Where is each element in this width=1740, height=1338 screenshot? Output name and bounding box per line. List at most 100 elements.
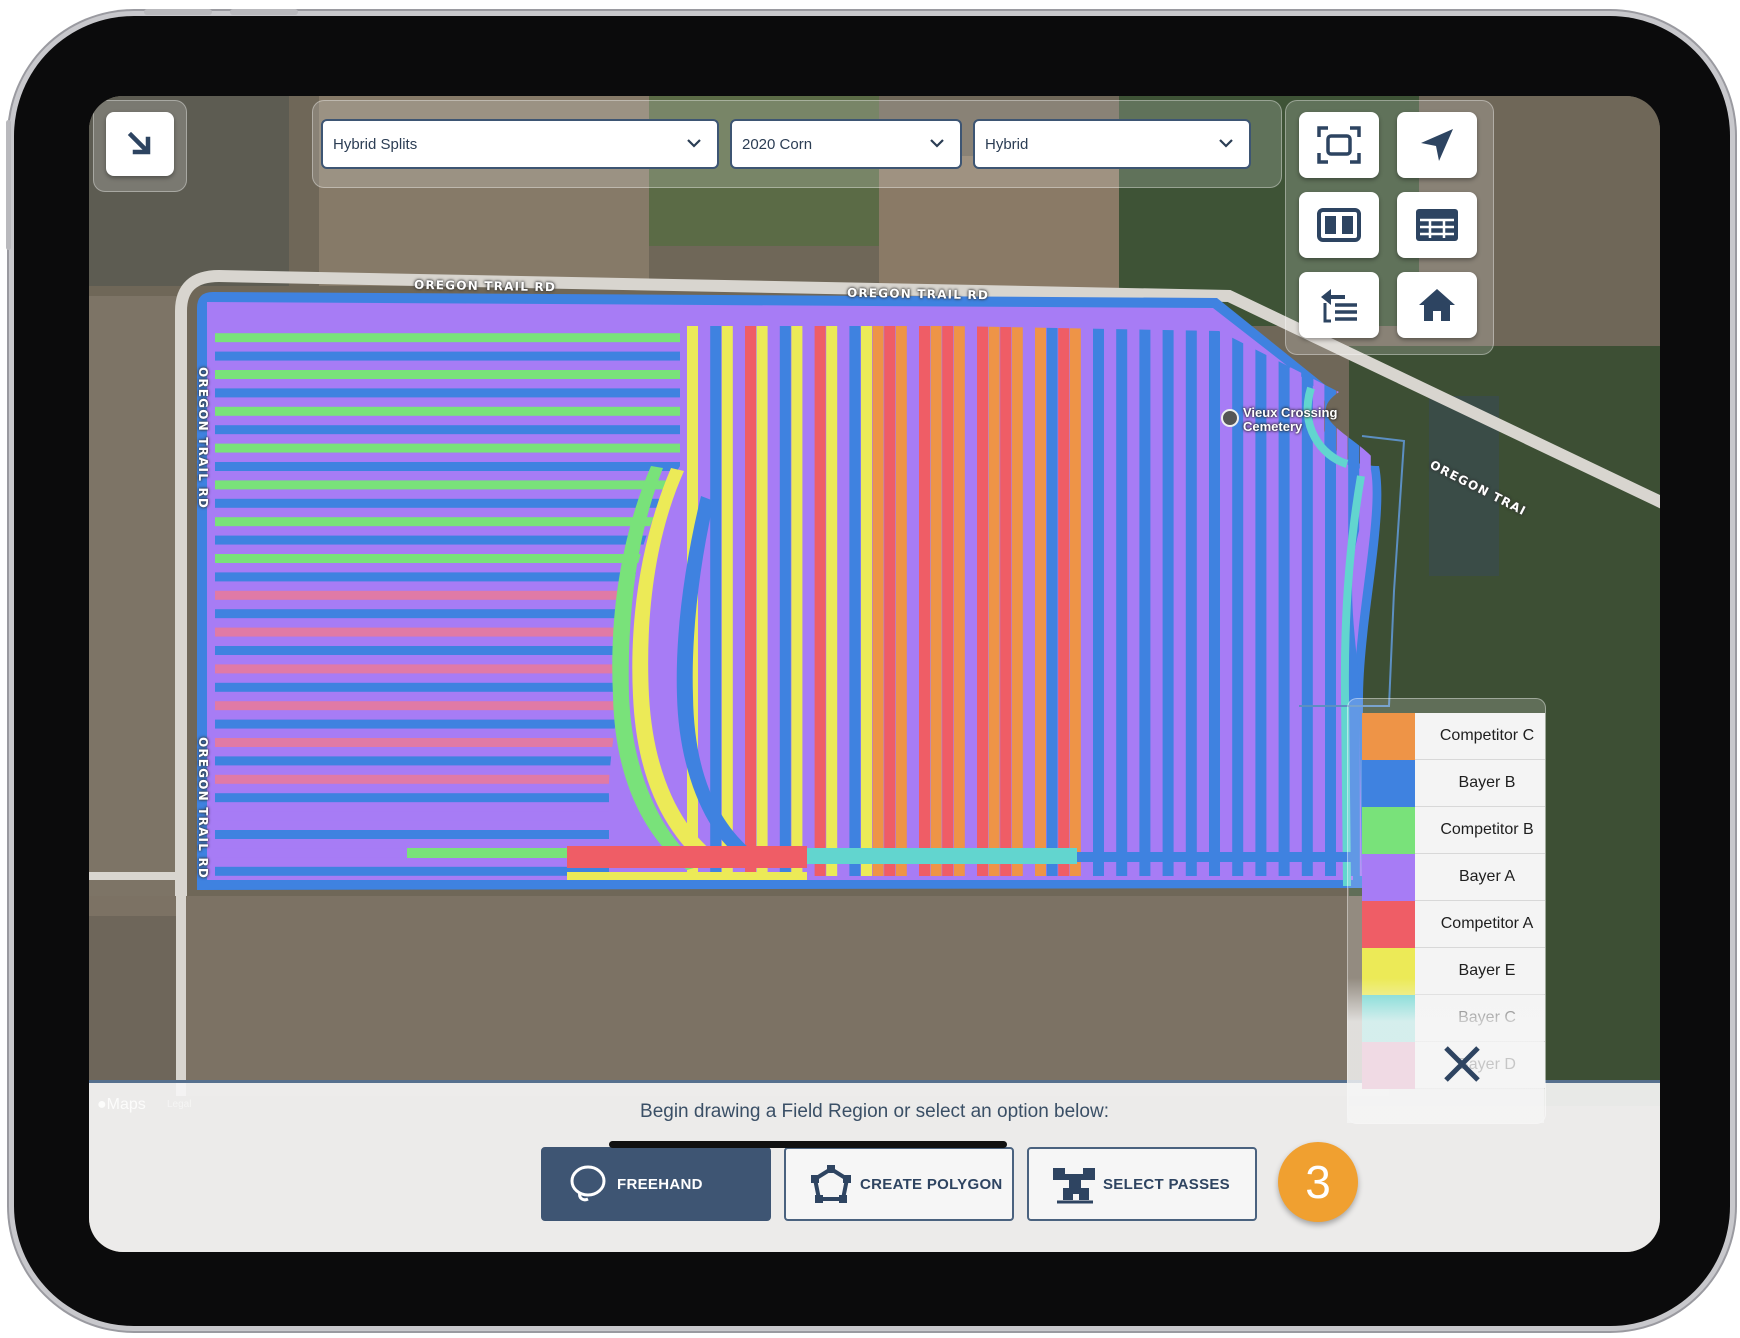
chevron-down-icon	[930, 139, 944, 148]
collapse-button[interactable]	[106, 112, 174, 176]
polygon-icon	[802, 1163, 860, 1205]
pass-strip	[215, 526, 680, 536]
pass-strip	[837, 326, 849, 876]
legend-label: Competitor B	[1415, 807, 1545, 854]
pass-strip	[919, 326, 930, 876]
top-button-2	[230, 9, 298, 15]
pass-strip	[215, 544, 680, 554]
side-button	[6, 120, 11, 250]
legend-item[interactable]: Competitor B	[1362, 807, 1545, 854]
pass-strip	[215, 425, 680, 435]
pass-strip	[1197, 326, 1209, 876]
create-polygon-button[interactable]: CREATE POLYGON	[784, 1147, 1014, 1221]
freehand-label: FREEHAND	[617, 1175, 703, 1193]
pass-strip	[215, 462, 680, 471]
pass-strip	[1151, 326, 1162, 876]
split-view-icon	[1317, 208, 1361, 242]
pass-strip	[826, 326, 838, 876]
split-view-button[interactable]	[1299, 192, 1379, 258]
legend-item[interactable]: Bayer A	[1362, 854, 1545, 901]
pass-strip	[721, 326, 733, 876]
arrow-down-right-icon	[127, 131, 151, 155]
legend-item[interactable]: Competitor C	[1362, 713, 1545, 760]
table-button[interactable]	[1397, 192, 1477, 258]
attribute-dropdown[interactable]: Hybrid	[973, 119, 1251, 169]
import-layer-icon	[1321, 289, 1357, 323]
pass-strip	[1093, 326, 1104, 876]
pass-strip	[215, 572, 680, 582]
pass-strip	[215, 333, 680, 343]
legend-item[interactable]: Competitor A	[1362, 901, 1545, 948]
pass-strip	[215, 443, 680, 453]
legend-swatch	[1362, 807, 1415, 854]
close-icon	[1444, 1046, 1480, 1082]
pass-strip	[215, 581, 680, 591]
pass-strip	[215, 535, 680, 545]
home-icon	[1419, 289, 1455, 321]
layer-type-dropdown[interactable]: Hybrid Splits	[321, 119, 719, 169]
road-label-left-lower: OREGON TRAIL RD	[196, 736, 211, 880]
legend-swatch	[1362, 760, 1415, 807]
tractor-icon	[1045, 1164, 1103, 1204]
maps-attribution: ●Maps	[97, 1096, 146, 1114]
pass-strip	[1209, 326, 1220, 876]
maps-attribution-text: Maps	[106, 1096, 146, 1113]
chevron-down-icon	[687, 139, 701, 148]
pass-strip	[768, 326, 780, 876]
pass-strip	[215, 480, 680, 490]
legend-item[interactable]: Bayer B	[1362, 760, 1545, 807]
pass-strip	[1162, 326, 1174, 876]
poi-name-line2: Cemetery	[1243, 419, 1303, 434]
home-button[interactable]	[1397, 272, 1477, 338]
legend-label: Competitor C	[1415, 713, 1545, 760]
maps-legal-link[interactable]: Legal	[167, 1099, 191, 1110]
pass-strip	[215, 416, 680, 425]
legend-swatch	[1362, 713, 1415, 760]
pass-strip	[1069, 326, 1081, 876]
pass-strip	[215, 452, 680, 462]
select-passes-button[interactable]: SELECT PASSES	[1027, 1147, 1257, 1221]
pass-strip	[1104, 326, 1116, 876]
step-badge: 3	[1278, 1142, 1358, 1222]
locate-button[interactable]	[1397, 112, 1477, 178]
import-layer-button[interactable]	[1299, 272, 1379, 338]
pass-strip	[861, 326, 872, 876]
lasso-icon	[559, 1163, 617, 1205]
legend-swatch	[1362, 901, 1415, 948]
home-indicator[interactable]	[609, 1141, 1007, 1148]
road-label-left-upper: OREGON TRAIL RD	[196, 366, 211, 510]
attribute-value: Hybrid	[985, 135, 1029, 153]
pass-strip	[215, 379, 680, 389]
pass-strip	[215, 342, 680, 352]
legend-swatch	[1362, 854, 1415, 901]
pass-strip	[1116, 326, 1128, 876]
pass-strip	[215, 360, 680, 370]
road-label-top-left: OREGON TRAIL RD	[413, 277, 557, 295]
poi-label[interactable]: Vieux Crossing Cemetery	[1243, 406, 1337, 434]
select-passes-label: SELECT PASSES	[1103, 1175, 1230, 1193]
season-dropdown[interactable]: 2020 Corn	[730, 119, 962, 169]
pass-strip	[215, 324, 680, 333]
pass-strip	[1185, 326, 1197, 876]
cemetery-icon[interactable]	[1221, 409, 1239, 427]
pass-strip	[215, 517, 680, 527]
legend-label: Competitor A	[1415, 901, 1545, 948]
freehand-button[interactable]: FREEHAND	[541, 1147, 771, 1221]
pass-strip	[215, 508, 680, 517]
pass-strip	[215, 471, 680, 481]
pass-strip	[215, 370, 680, 379]
pass-strip	[1046, 326, 1058, 876]
pass-strip	[1139, 326, 1151, 876]
pass-strip	[1023, 326, 1035, 876]
create-polygon-label: CREATE POLYGON	[860, 1175, 1003, 1193]
fit-bounds-icon	[1317, 126, 1361, 164]
close-button[interactable]	[1438, 1040, 1486, 1088]
pass-strip	[953, 326, 965, 876]
pass-strip	[988, 326, 1000, 876]
pass-strip	[895, 326, 907, 876]
pass-strip	[215, 554, 680, 563]
pass-strip	[745, 326, 756, 876]
fit-bounds-button[interactable]	[1299, 112, 1379, 178]
layer-type-value: Hybrid Splits	[333, 135, 418, 153]
pass-strip	[215, 498, 680, 508]
